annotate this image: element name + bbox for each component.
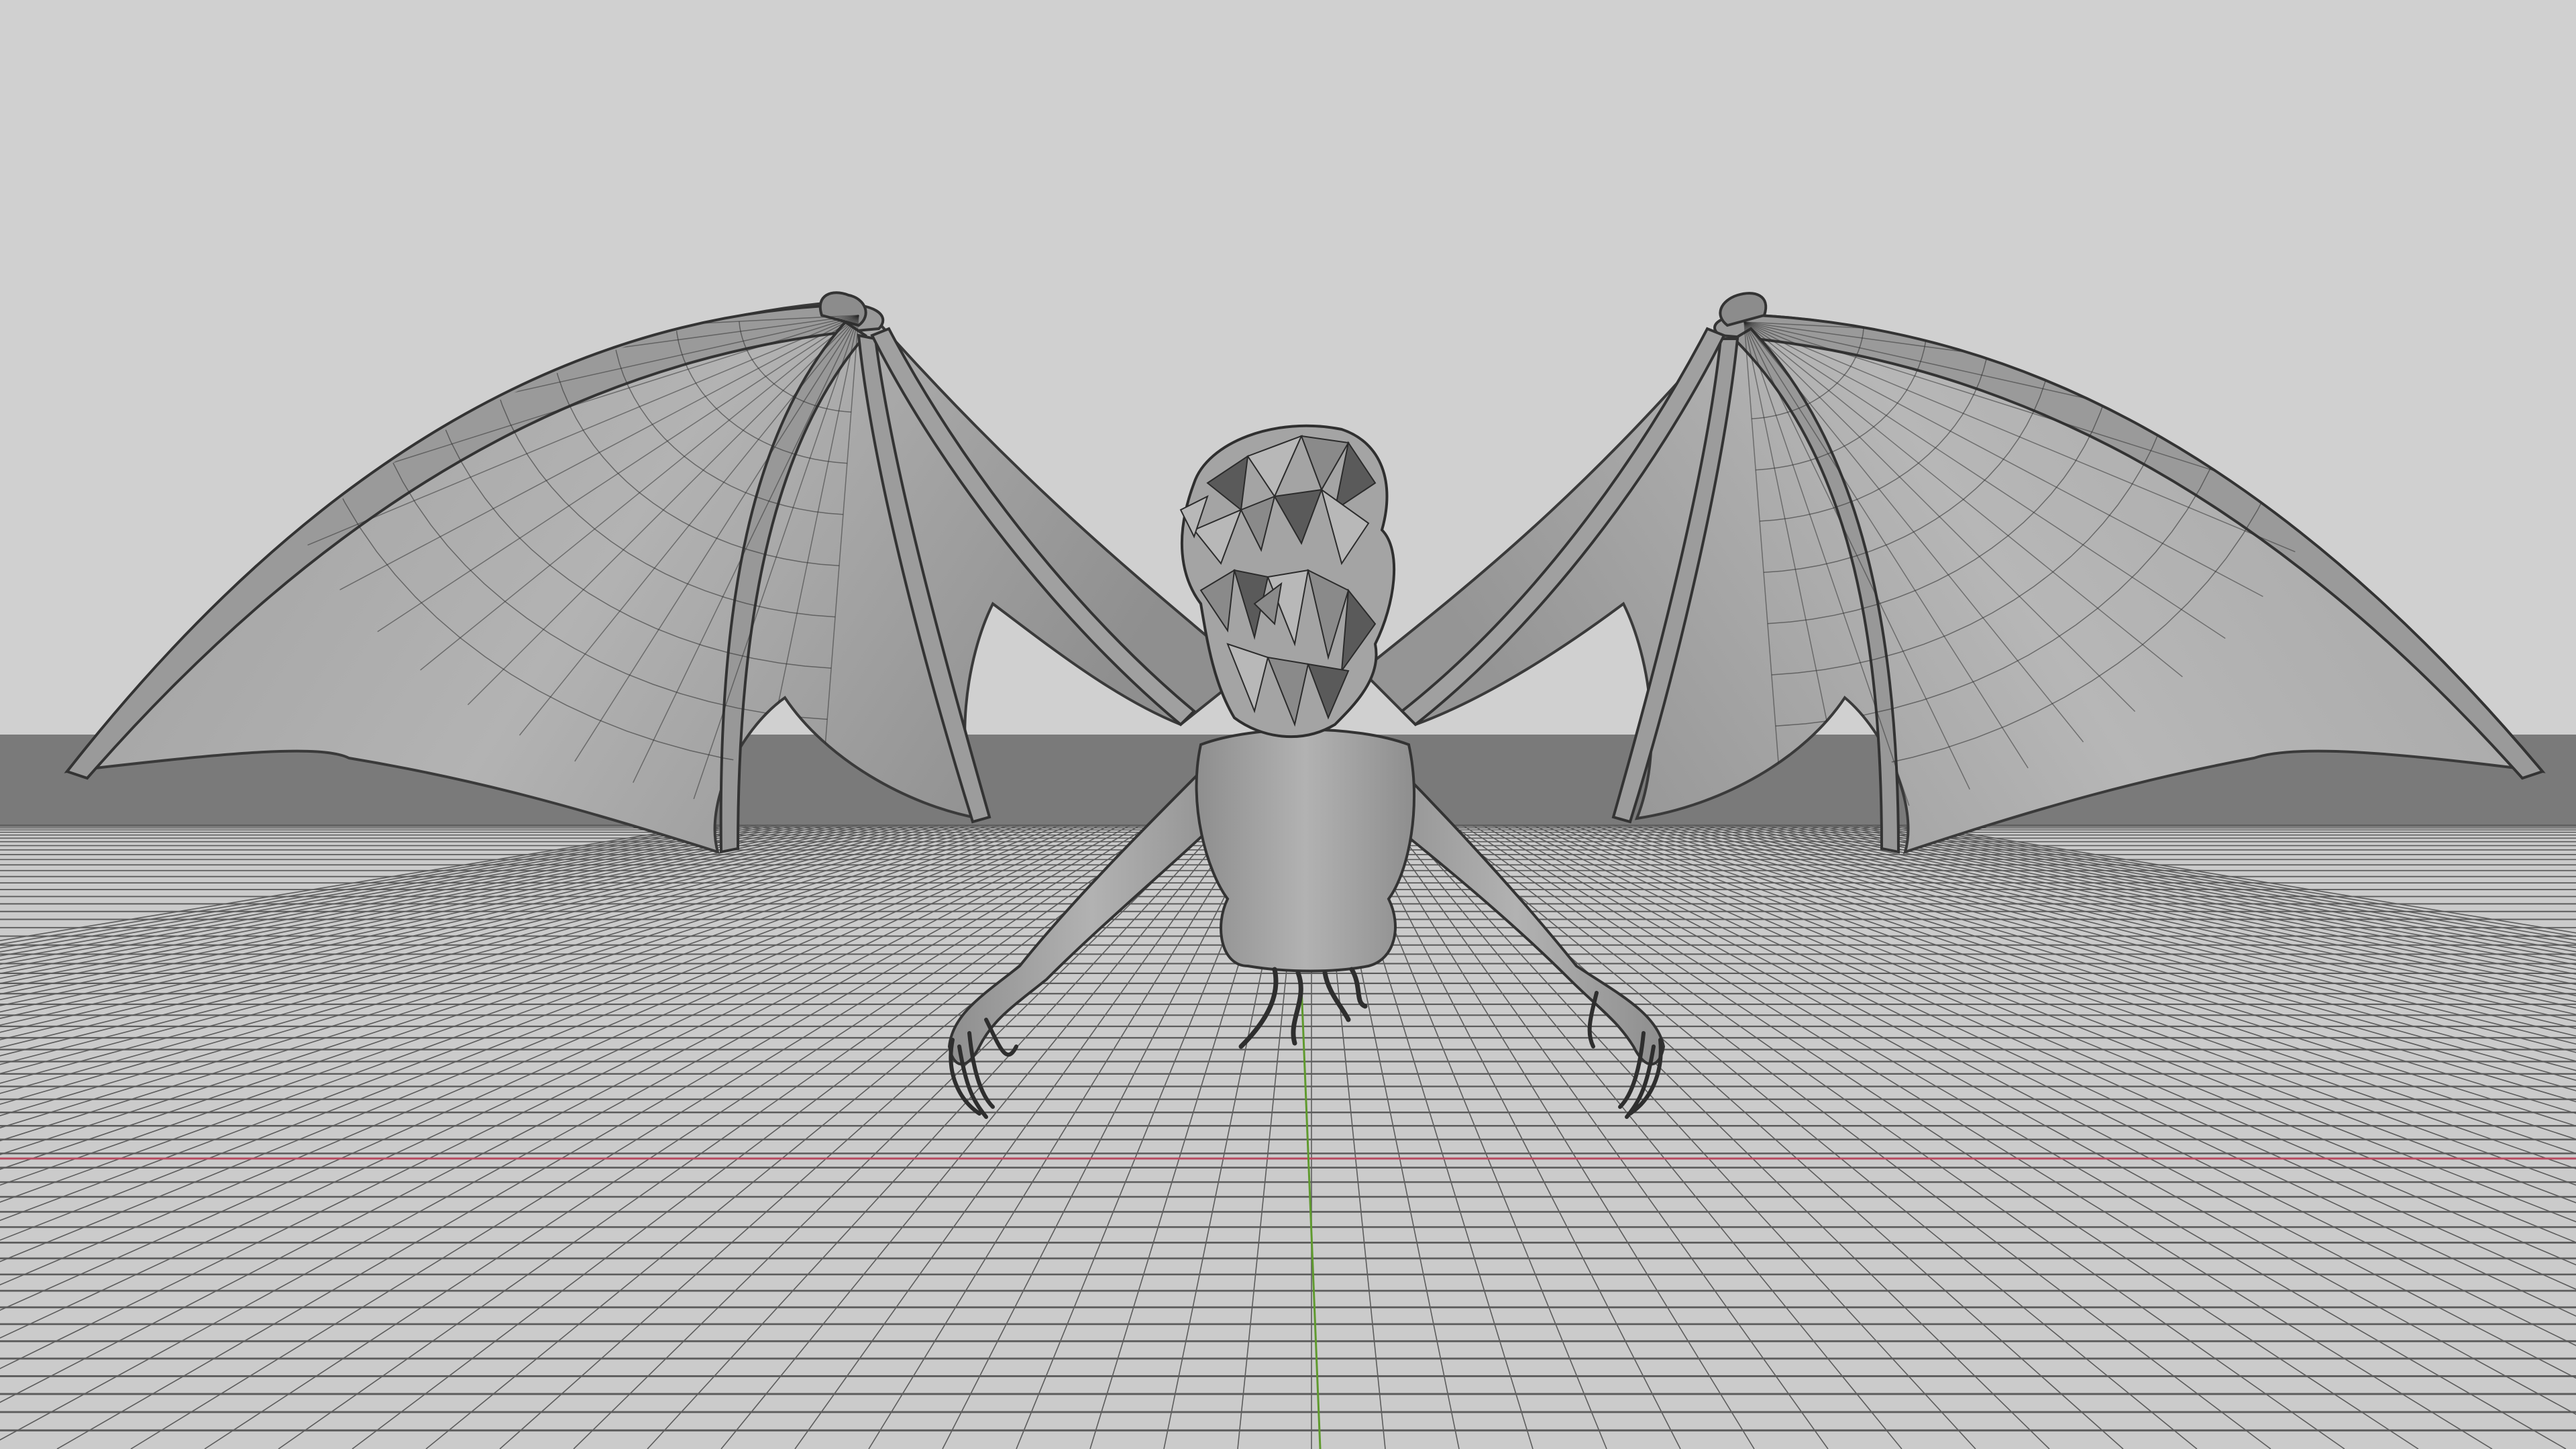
3d-viewport[interactable] [0,0,2576,1449]
torso [1195,728,1415,973]
viewport-scene[interactable] [0,0,2576,1449]
